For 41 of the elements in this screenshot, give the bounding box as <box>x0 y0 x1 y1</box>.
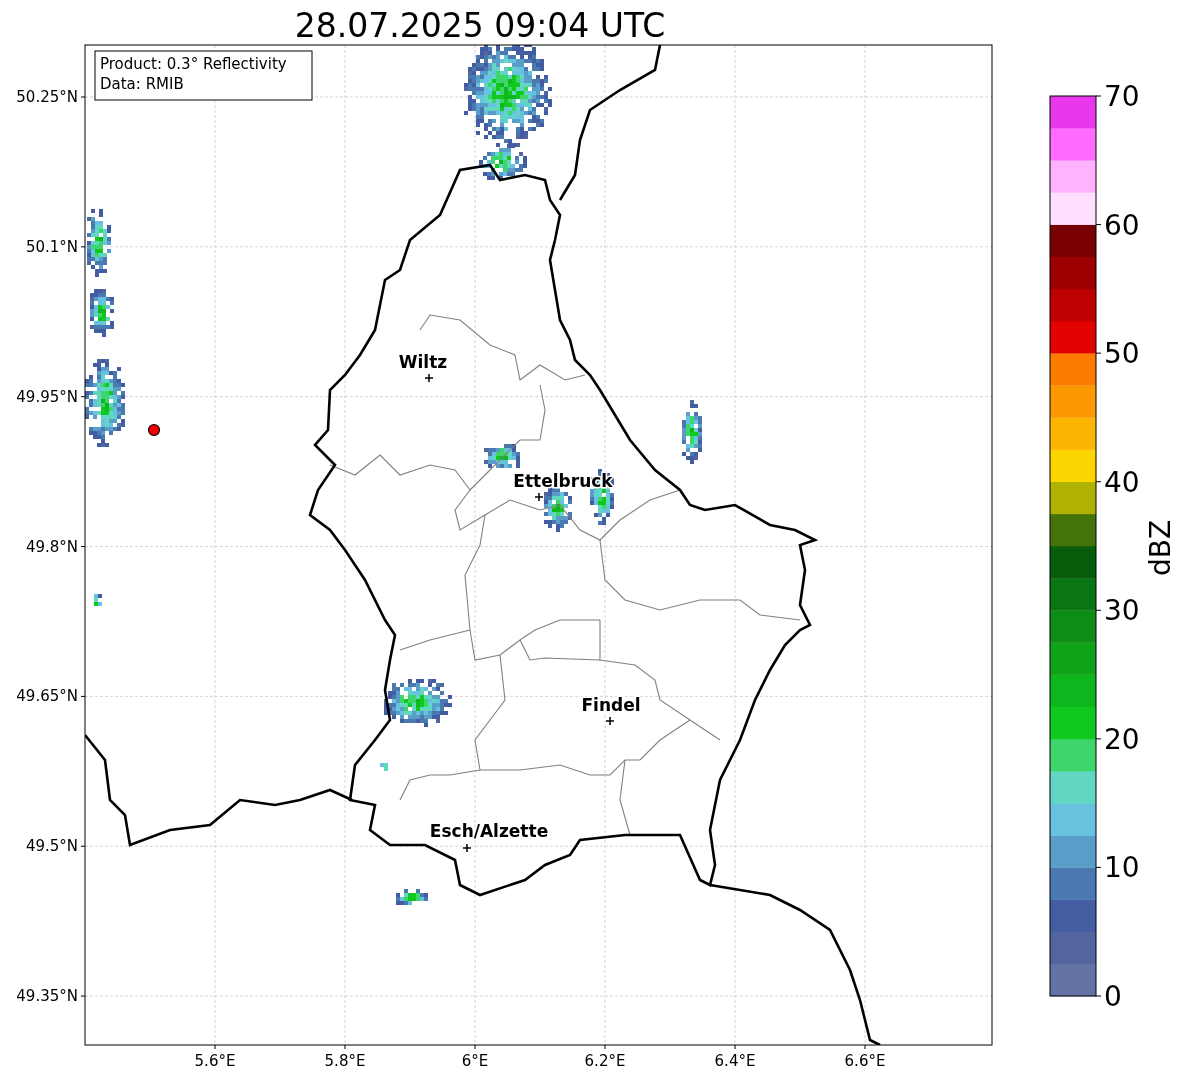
axis-label: 50.1°N <box>25 237 78 256</box>
colorbar-tick-label: 60 <box>1104 208 1140 242</box>
colorbar-tick-label: 10 <box>1104 851 1140 885</box>
radar-site-marker <box>147 423 161 437</box>
city-label: Esch/Alzette <box>429 821 549 841</box>
axis-label: 6°E <box>461 1052 489 1070</box>
axis-label: 49.95°N <box>16 387 78 406</box>
chart-title: 28.07.2025 09:04 UTC <box>294 6 666 45</box>
colorbar-tick-label: 40 <box>1104 465 1140 499</box>
colorbar-tick-label: 20 <box>1104 722 1140 756</box>
city-marker <box>462 843 472 853</box>
colorbar-tick-label: 50 <box>1104 337 1140 371</box>
axis-label: 6.2°E <box>584 1052 626 1070</box>
radar-echo <box>396 889 428 905</box>
axis-label: 5.8°E <box>324 1052 366 1070</box>
axis-label: 49.8°N <box>25 537 78 556</box>
colorbar-label: dBZ <box>1144 519 1177 577</box>
radar-echo <box>682 400 702 464</box>
axis-label: 6.6°E <box>844 1052 886 1070</box>
axis-label: 49.5°N <box>25 837 78 856</box>
radar-echo <box>380 763 388 771</box>
radar-echo <box>384 679 452 727</box>
axis-label: 6.4°E <box>714 1052 756 1070</box>
radar-echo <box>90 289 114 337</box>
info-text: Product: 0.3° Reflectivity <box>100 55 287 73</box>
axis-label: 49.65°N <box>16 687 78 706</box>
radar-echo <box>87 209 111 277</box>
city-label: Wiltz <box>398 352 448 372</box>
city-marker <box>424 373 434 383</box>
radar-echo <box>94 594 102 606</box>
info-text: Data: RMIB <box>100 75 184 93</box>
axis-label: 5.6°E <box>194 1052 236 1070</box>
city-marker <box>605 716 615 726</box>
radar-echo <box>484 444 520 468</box>
axis-label: 49.35°N <box>16 987 78 1006</box>
colorbar-tick-label: 0 <box>1104 980 1122 1013</box>
colorbar-tick-label: 30 <box>1104 594 1140 628</box>
city-label: Findel <box>581 695 641 715</box>
axis-label: 50.25°N <box>16 88 78 106</box>
colorbar-tick-label: 70 <box>1104 80 1140 113</box>
city-marker <box>534 492 544 502</box>
